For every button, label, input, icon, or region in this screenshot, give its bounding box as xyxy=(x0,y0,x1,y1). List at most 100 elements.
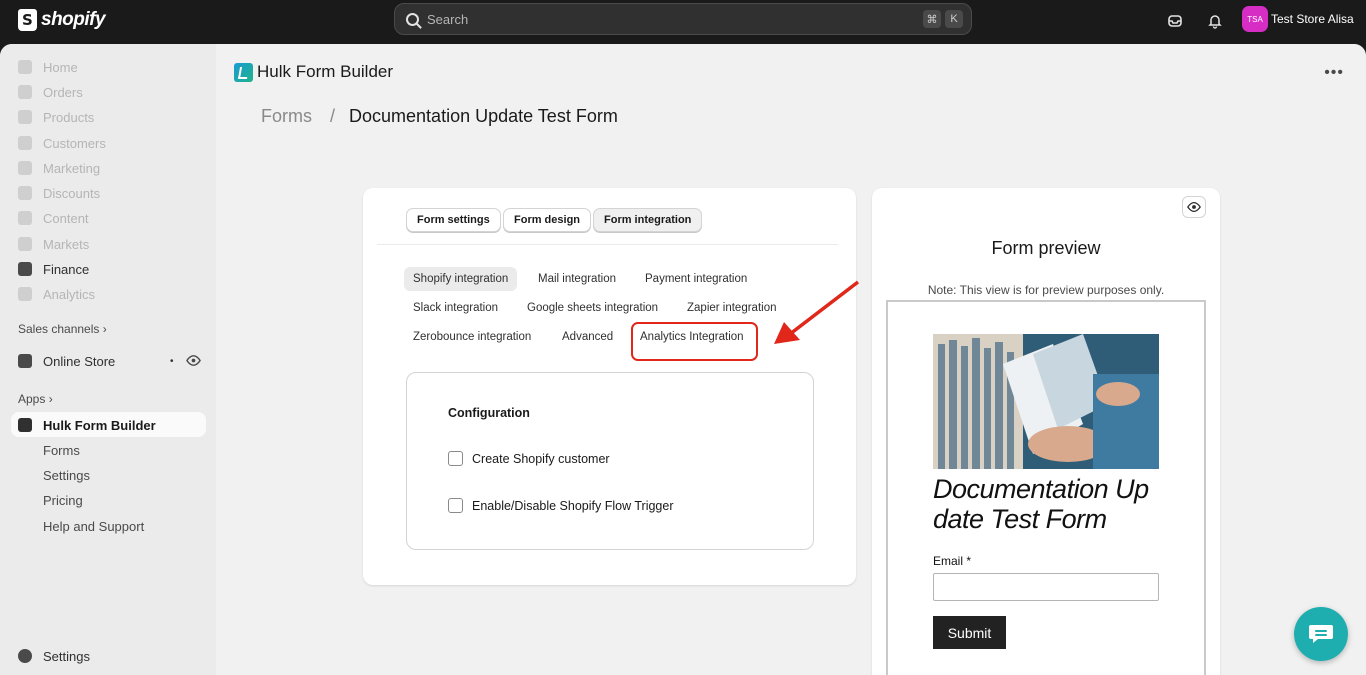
globe-icon xyxy=(18,237,32,251)
chevron-right-icon: › xyxy=(48,392,53,406)
sidebar-item-label: Settings xyxy=(43,648,90,664)
preview-title: Form preview xyxy=(991,238,1101,258)
preview-frame: Documentation Up date Test Form Email * … xyxy=(886,300,1206,675)
more-options-icon[interactable]: ••• xyxy=(1324,64,1344,82)
shopify-logo[interactable]: shopify xyxy=(18,9,106,31)
bell-icon[interactable] xyxy=(1205,11,1225,31)
subtab-google-sheets-integration[interactable]: Google sheets integration xyxy=(518,296,667,320)
gear-icon xyxy=(18,649,32,663)
sidebar-item-label: Orders xyxy=(43,84,83,100)
bar-chart-icon xyxy=(18,287,32,301)
breadcrumb-forms-link[interactable]: Forms xyxy=(261,106,312,127)
flow-trigger-option[interactable]: Enable/Disable Shopify Flow Trigger xyxy=(448,498,674,513)
hulk-logo-icon xyxy=(234,62,253,82)
chevron-right-icon: › xyxy=(102,322,107,336)
submit-button[interactable]: Submit xyxy=(933,616,1006,649)
breadcrumb-separator: / xyxy=(330,106,336,126)
eye-icon[interactable] xyxy=(186,353,201,371)
form-heading: Documentation Up date Test Form xyxy=(933,474,1149,534)
admin-frame: Home Orders Products Customers Marketing… xyxy=(0,44,1366,675)
sidebar-item-label: Finance xyxy=(43,261,90,277)
email-field[interactable] xyxy=(933,573,1159,601)
page-title: Documentation Update Test Form xyxy=(349,106,618,126)
sidebar-item-orders[interactable]: Orders xyxy=(18,81,83,103)
breadcrumb: Forms / Documentation Update Test Form xyxy=(261,106,618,127)
sidebar-item-customers[interactable]: Customers xyxy=(18,132,106,154)
shopify-brand-text: shopify xyxy=(41,9,106,30)
tab-form-integration[interactable]: Form integration xyxy=(593,208,703,232)
inbox-icon[interactable] xyxy=(1165,11,1185,31)
orders-icon xyxy=(18,85,32,99)
sidebar-item-label: Customers xyxy=(43,135,106,151)
sidebar-item-settings[interactable]: Settings xyxy=(18,645,90,667)
store-icon xyxy=(18,354,32,368)
sidebar-item-home[interactable]: Home xyxy=(18,56,78,78)
sidebar-subitem-forms[interactable]: Forms xyxy=(43,443,80,458)
app-title: Hulk Form Builder xyxy=(257,62,394,81)
sidebar-item-content[interactable]: Content xyxy=(18,207,89,229)
sidebar-item-products[interactable]: Products xyxy=(18,106,94,128)
form-banner-image xyxy=(933,334,1159,469)
hulk-app-icon xyxy=(18,418,32,432)
subtab-advanced[interactable]: Advanced xyxy=(553,325,622,349)
sales-channels-heading[interactable]: Sales channels › xyxy=(18,322,107,336)
sidebar-item-label: Discounts xyxy=(43,185,101,201)
sidebar-item-label: Content xyxy=(43,210,89,226)
sidebar-item-label: Home xyxy=(43,59,78,75)
sidebar-subitem-settings[interactable]: Settings xyxy=(43,468,90,483)
divider xyxy=(377,244,838,245)
subtab-mail-integration[interactable]: Mail integration xyxy=(529,267,625,291)
subtab-slack-integration[interactable]: Slack integration xyxy=(404,296,507,320)
sidebar-item-discounts[interactable]: Discounts xyxy=(18,182,100,204)
highlight-box xyxy=(631,322,758,361)
sidebar-subitem-pricing[interactable]: Pricing xyxy=(43,493,83,508)
configuration-title: Configuration xyxy=(448,406,530,420)
arrow-annotation-icon xyxy=(774,280,860,344)
home-icon xyxy=(18,60,32,74)
shortcut-k-key: K xyxy=(945,10,963,28)
sidebar-item-hulk-form-builder[interactable]: Hulk Form Builder xyxy=(18,414,156,436)
sidebar-item-label: Markets xyxy=(43,236,90,252)
store-name[interactable]: Test Store Alisa xyxy=(1271,12,1354,26)
preview-toggle-button[interactable] xyxy=(1182,196,1206,218)
preview-note: Note: This view is for preview purposes … xyxy=(927,283,1165,297)
checkbox-label: Enable/Disable Shopify Flow Trigger xyxy=(472,498,674,513)
sidebar-subitem-help[interactable]: Help and Support xyxy=(43,519,144,534)
subtab-shopify-integration[interactable]: Shopify integration xyxy=(404,267,518,291)
flow-trigger-checkbox[interactable] xyxy=(448,498,463,513)
sidebar-item-label: Products xyxy=(43,109,95,125)
form-editor-card: Form settings Form design Form integrati… xyxy=(363,188,856,585)
tab-form-settings[interactable]: Form settings xyxy=(406,208,501,232)
sidebar-item-label: Online Store xyxy=(43,353,116,369)
content-icon xyxy=(18,211,32,225)
person-icon xyxy=(18,136,32,150)
configuration-panel: Configuration Create Shopify customer En… xyxy=(406,372,814,550)
search-icon xyxy=(406,12,419,26)
create-shopify-customer-option[interactable]: Create Shopify customer xyxy=(448,451,610,466)
sidebar: Home Orders Products Customers Marketing… xyxy=(0,44,216,675)
sidebar-item-marketing[interactable]: Marketing xyxy=(18,157,100,179)
chat-button[interactable] xyxy=(1294,607,1348,661)
subtab-zerobounce-integration[interactable]: Zerobounce integration xyxy=(404,325,540,349)
sidebar-item-finance[interactable]: Finance xyxy=(18,258,89,280)
sidebar-item-label: Marketing xyxy=(43,160,101,176)
search-placeholder: Search xyxy=(427,11,469,27)
create-shopify-customer-checkbox[interactable] xyxy=(448,451,463,466)
subtab-payment-integration[interactable]: Payment integration xyxy=(636,267,756,291)
sidebar-item-analytics[interactable]: Analytics xyxy=(18,283,95,305)
sidebar-item-online-store[interactable]: Online Store • xyxy=(18,350,203,372)
sidebar-item-label: Analytics xyxy=(43,286,96,302)
apps-heading[interactable]: Apps › xyxy=(18,392,53,406)
main-content: Hulk Form Builder ••• Forms / Documentat… xyxy=(216,44,1366,675)
eye-icon xyxy=(1187,201,1201,213)
tab-form-design[interactable]: Form design xyxy=(503,208,592,232)
sidebar-item-markets[interactable]: Markets xyxy=(18,233,89,255)
form-preview-card: Form preview Note: This view is for prev… xyxy=(872,188,1220,675)
email-label: Email * xyxy=(933,554,972,568)
discount-icon xyxy=(18,186,32,200)
tag-icon xyxy=(18,110,32,124)
status-dot: • xyxy=(170,355,174,367)
search-input[interactable]: Search ⌘ K xyxy=(394,3,972,35)
bank-icon xyxy=(18,262,32,276)
avatar[interactable]: TSA xyxy=(1242,6,1268,32)
